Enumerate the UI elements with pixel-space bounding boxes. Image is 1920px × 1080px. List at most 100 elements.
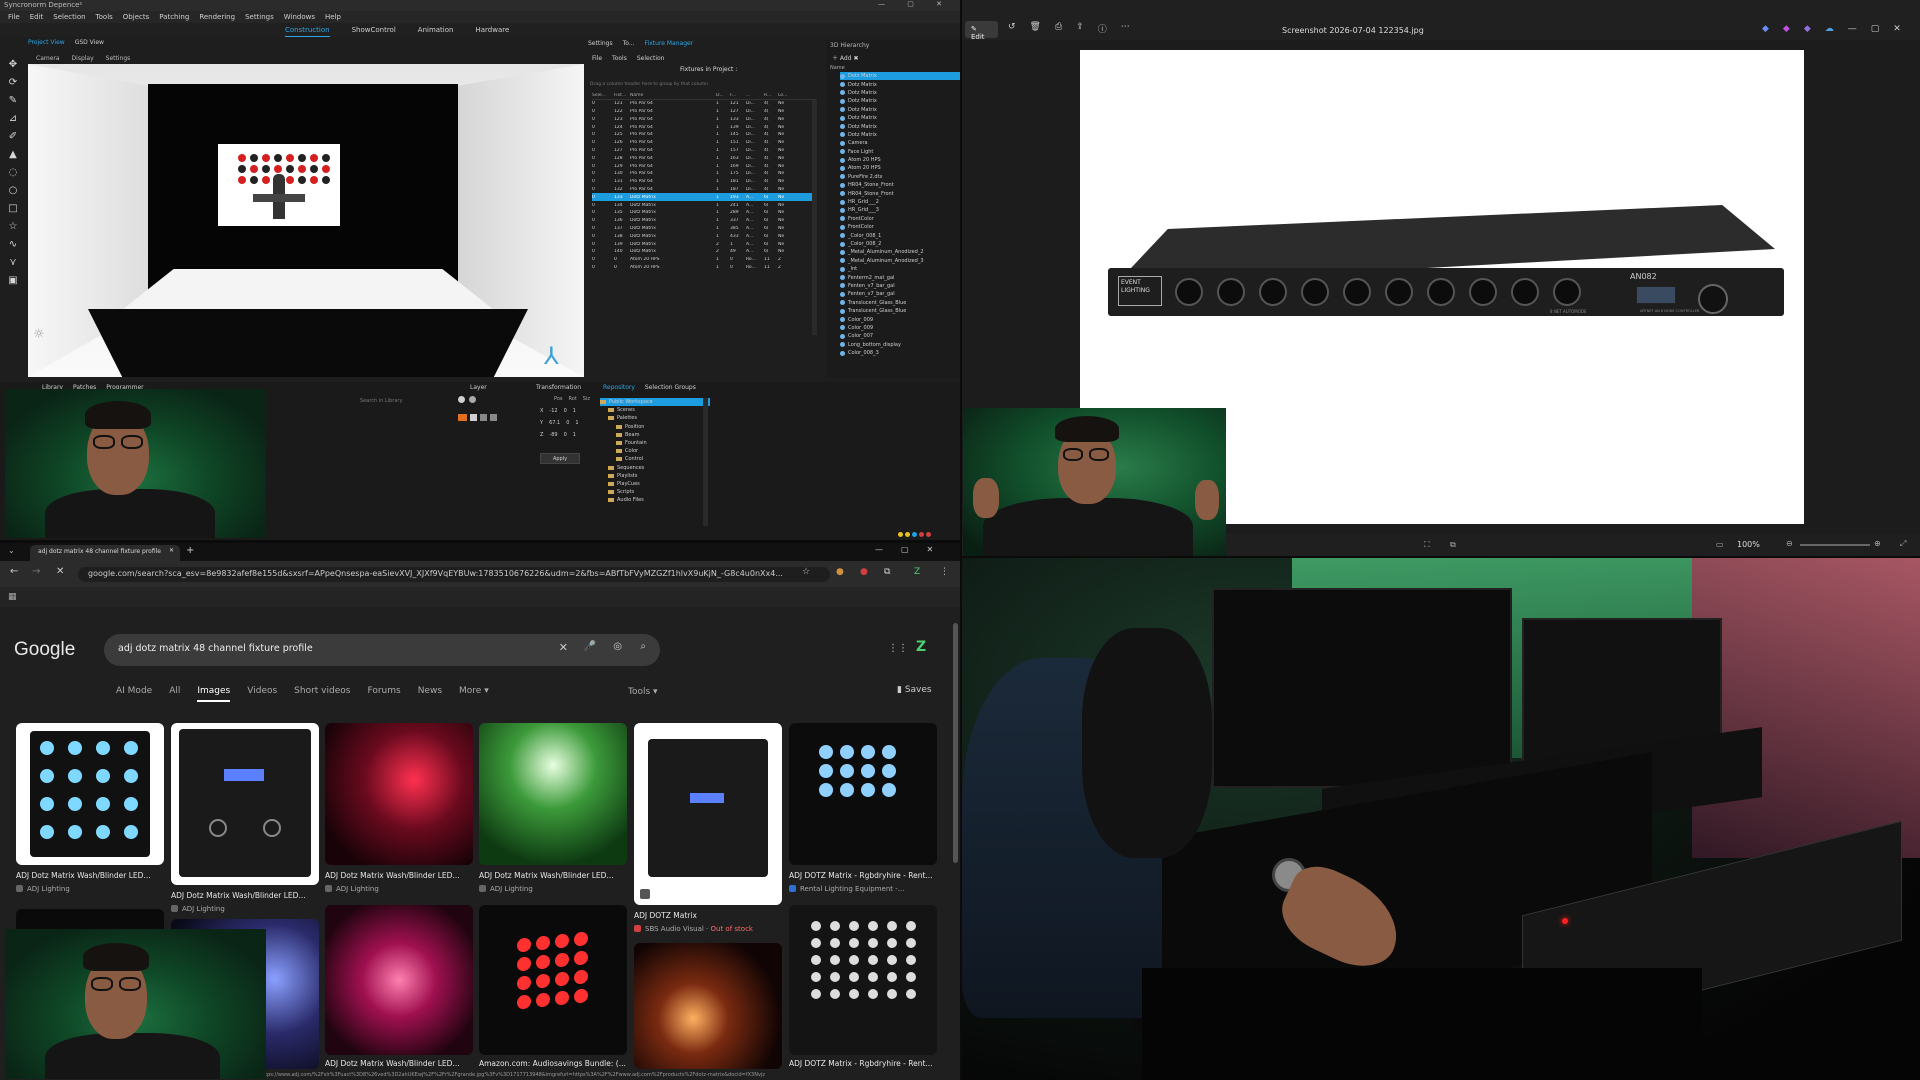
siz-y[interactable]: 1 — [575, 420, 578, 426]
tab-news[interactable]: News — [418, 686, 442, 702]
hierarchy-item[interactable]: Fenterm2_mat_gal — [840, 273, 960, 281]
tab-close-icon[interactable]: ✕ — [169, 547, 174, 554]
extension-icon-2[interactable]: ● — [860, 567, 868, 577]
more-icon[interactable]: ⋯ — [1121, 22, 1130, 35]
print-icon[interactable]: ⎙ — [1055, 22, 1062, 35]
tab-short-videos[interactable]: Short videos — [294, 686, 350, 702]
lock-icon[interactable] — [480, 414, 487, 421]
apps-grid-icon[interactable]: ▦ — [8, 592, 17, 602]
new-tab-icon[interactable]: + — [186, 545, 194, 556]
rotate-icon[interactable]: ↺ — [1008, 22, 1016, 35]
search-icon[interactable]: ⌕ — [640, 641, 646, 652]
pos-y[interactable]: 67.1 — [549, 420, 560, 426]
tab-settings-panel[interactable]: Settings — [588, 40, 613, 47]
hierarchy-item[interactable]: Color_009 — [840, 324, 960, 332]
repo-item[interactable]: Beam — [600, 431, 710, 439]
layer-remove-icon[interactable] — [469, 396, 476, 403]
repo-item[interactable]: Audio Files — [600, 496, 710, 504]
repo-item[interactable]: Scripts — [600, 488, 710, 496]
layer-row[interactable] — [458, 414, 497, 421]
page-scrollbar[interactable] — [953, 623, 958, 863]
clipchamp-icon[interactable]: ◆ — [1804, 24, 1811, 34]
pos-x[interactable]: -12 — [549, 408, 557, 414]
tools-button[interactable]: Tools ▾ — [628, 687, 658, 697]
profile-icon[interactable]: Z — [914, 567, 920, 577]
vector-tool-icon[interactable]: ⋎ — [9, 257, 16, 268]
menu-help[interactable]: Help — [325, 13, 341, 21]
edit-tool-icon[interactable]: ✎ — [9, 95, 17, 106]
hierarchy-item[interactable]: Camera — [840, 139, 960, 147]
zoom-out-icon[interactable]: ⊖ — [1786, 539, 1793, 548]
extensions-icon[interactable]: ⧉ — [884, 567, 890, 577]
hierarchy-item[interactable]: _Metal_Aluminum_Anodized_2 — [840, 248, 960, 256]
tab-camera[interactable]: Camera — [36, 55, 60, 62]
result-caption-4[interactable]: ADJ Dotz Matrix Wash/Blinder LED... — [479, 871, 627, 880]
repo-scrollbar[interactable] — [703, 398, 708, 526]
fixture-row[interactable]: 0 127 Pro Par 64 1 157 Di... 4(Ne — [592, 147, 816, 155]
maximize-icon[interactable]: ▢ — [1871, 24, 1880, 34]
result-thumb-9[interactable] — [325, 905, 473, 1055]
fm-scrollbar[interactable] — [812, 100, 817, 335]
hierarchy-item[interactable]: HR04_Stone_Front — [840, 189, 960, 197]
zoom-in-icon[interactable]: ⊕ — [1874, 539, 1881, 548]
fixture-row[interactable]: 0 130 Pro Par 64 1 175 Di... 4(Ne — [592, 170, 816, 178]
result-source-6[interactable]: Rental Lighting Equipment -... — [789, 885, 904, 893]
col-lo[interactable]: Lo... — [778, 93, 792, 98]
repo-item[interactable]: Fountain — [600, 439, 710, 447]
google-account-avatar[interactable]: Z — [916, 639, 926, 655]
hierarchy-item[interactable]: Atom 20 HPS — [840, 164, 960, 172]
tab-fixture-manager[interactable]: Fixture Manager — [645, 40, 694, 47]
window-controls[interactable]: — ▢ ✕ — [878, 0, 952, 8]
hierarchy-item[interactable]: Fenten_v7_bar_gal — [840, 290, 960, 298]
hierarchy-item[interactable]: Color_007 — [840, 332, 960, 340]
fixture-row[interactable]: 0 0 Atom 20 HPS 1 0 Ro... 11 2 — [592, 264, 816, 272]
fixture-row[interactable]: 0 0 Atom 20 HPS 1 0 Ro... 11 2 — [592, 256, 816, 264]
rotate-tool-icon[interactable]: ⟳ — [9, 77, 17, 88]
camera-tool-icon[interactable]: ▣ — [8, 275, 17, 286]
library-search-input[interactable]: Search in Library — [360, 398, 402, 404]
tab-repository[interactable]: Repository — [603, 384, 635, 391]
designer-icon[interactable]: ◆ — [1783, 24, 1790, 34]
back-icon[interactable]: ← — [10, 566, 18, 577]
browser-menu-icon[interactable]: ⋮ — [940, 567, 949, 577]
stage-tool-icon[interactable]: ▲ — [9, 149, 17, 160]
google-logo[interactable]: Google — [14, 639, 75, 661]
menu-selection[interactable]: Selection — [53, 13, 85, 21]
hierarchy-item[interactable]: FrontColor — [840, 223, 960, 231]
fixture-row[interactable]: 0 128 Pro Par 64 1 163 Di... 4(Ne — [592, 154, 816, 162]
result-thumb-2[interactable] — [171, 723, 319, 885]
hierarchy-item[interactable]: Dotz Matrix — [840, 72, 960, 81]
transform-row-x[interactable]: X -12 0 1 — [540, 408, 590, 414]
tab-forums[interactable]: Forums — [367, 686, 400, 702]
hierarchy-item[interactable]: Dotz Matrix — [840, 122, 960, 130]
fixture-row[interactable]: 0 131 Pro Par 64 1 181 Di... 4(Ne — [592, 178, 816, 186]
sun-light-icon[interactable]: ☼ — [33, 327, 45, 342]
tab-search-icon[interactable]: ⌄ — [8, 546, 15, 555]
tab-animation[interactable]: Animation — [418, 26, 454, 37]
fixture-row[interactable]: 0 132 Pro Par 64 1 187 Di... 4(Ne — [592, 186, 816, 194]
result-thumb-6[interactable] — [789, 723, 937, 865]
hierarchy-item[interactable]: Dotz Matrix — [840, 106, 960, 114]
fixture-row[interactable]: 0 134 Dotz Matrix 1 241 A... 6(Ne — [592, 201, 816, 209]
address-bar[interactable]: google.com/search?sca_esv=8e9832afef8e15… — [78, 567, 830, 582]
pos-z[interactable]: -89 — [549, 432, 557, 438]
siz-x[interactable]: 1 — [573, 408, 576, 414]
result-thumb-3[interactable] — [325, 723, 473, 865]
transform-row-y[interactable]: Y 67.1 0 1 — [540, 420, 590, 426]
mic-icon[interactable]: 🎤 — [584, 641, 596, 652]
repo-item[interactable]: Scenes — [600, 406, 710, 414]
menu-settings[interactable]: Settings — [245, 13, 274, 21]
hierarchy-item[interactable]: Face Light — [840, 148, 960, 156]
menu-rendering[interactable]: Rendering — [199, 13, 235, 21]
fixture-row[interactable]: 0 140 Dotz Matrix 2 49 A... 6(Ne — [592, 248, 816, 256]
tab-images[interactable]: Images — [197, 686, 231, 702]
hierarchy-item[interactable]: Translucent_Glass_Blue — [840, 307, 960, 315]
result-thumb-11[interactable] — [634, 943, 782, 1069]
hierarchy-item[interactable]: Dotz Matrix — [840, 89, 960, 97]
edit-button[interactable]: ✎ Edit — [965, 21, 998, 41]
hierarchy-item[interactable]: Long_bottom_display — [840, 341, 960, 349]
hierarchy-item[interactable]: Dotz Matrix — [840, 80, 960, 88]
google-apps-icon[interactable]: ⋮⋮ — [888, 643, 908, 654]
col-fixture[interactable]: Fixt... — [614, 93, 630, 98]
repo-item[interactable]: Control — [600, 455, 710, 463]
